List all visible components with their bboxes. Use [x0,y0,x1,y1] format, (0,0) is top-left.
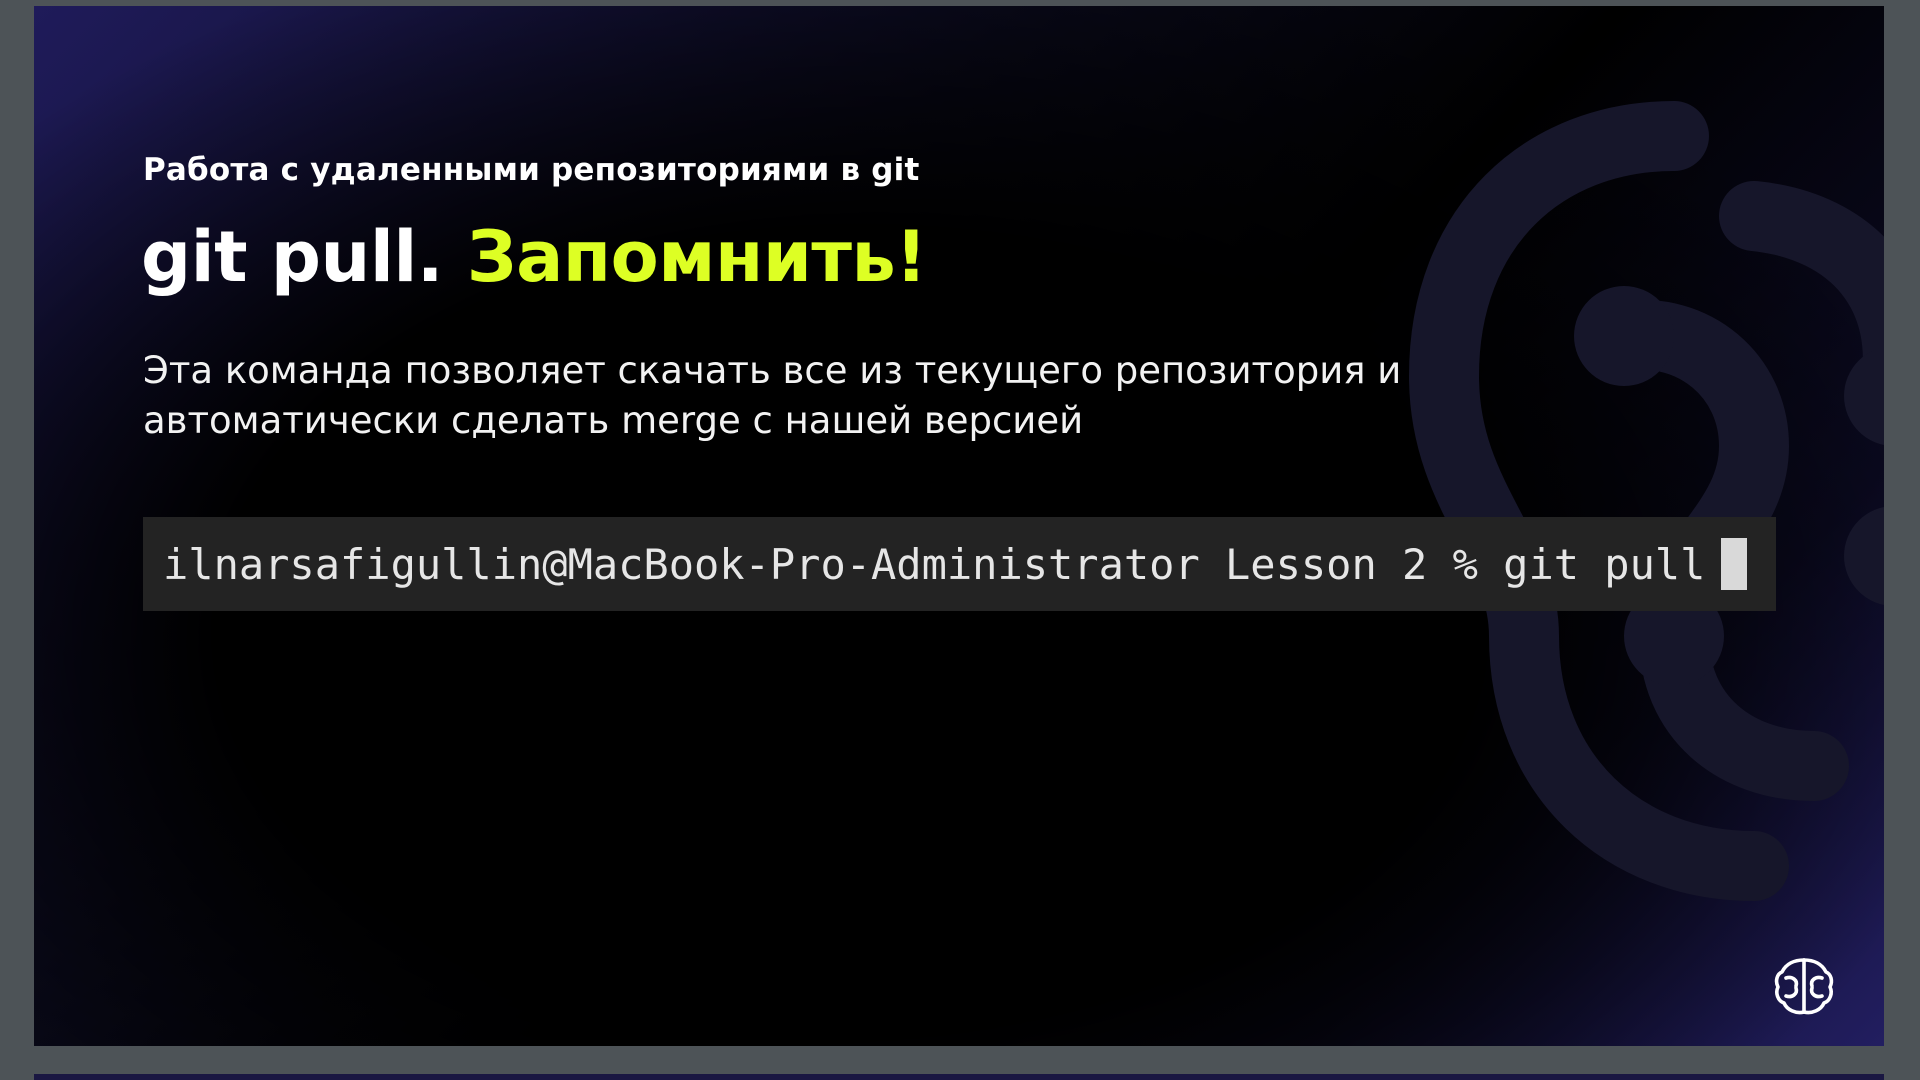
slide-body-text: Эта команда позволяет скачать все из тек… [143,349,1402,442]
slide: Работа с удаленными репозиториями в git … [34,6,1884,1046]
presentation-viewer: Работа с удаленными репозиториями в git … [0,0,1920,1080]
terminal-command-line: ilnarsafigullin@MacBook-Pro-Administrato… [163,539,1706,589]
slide-title-main: git pull. [141,216,443,298]
brain-logo-icon [1774,958,1834,1015]
slide-title-accent: Запомнить! [466,216,927,298]
next-slide-edge [34,1074,1884,1080]
slide-title: git pull. Запомнить! [141,216,927,298]
slide-subtitle: Работа с удаленными репозиториями в git [143,152,920,188]
terminal-block: ilnarsafigullin@MacBook-Pro-Administrato… [143,517,1776,611]
brain-watermark-icon [1408,101,1884,901]
terminal-cursor [1721,538,1748,590]
